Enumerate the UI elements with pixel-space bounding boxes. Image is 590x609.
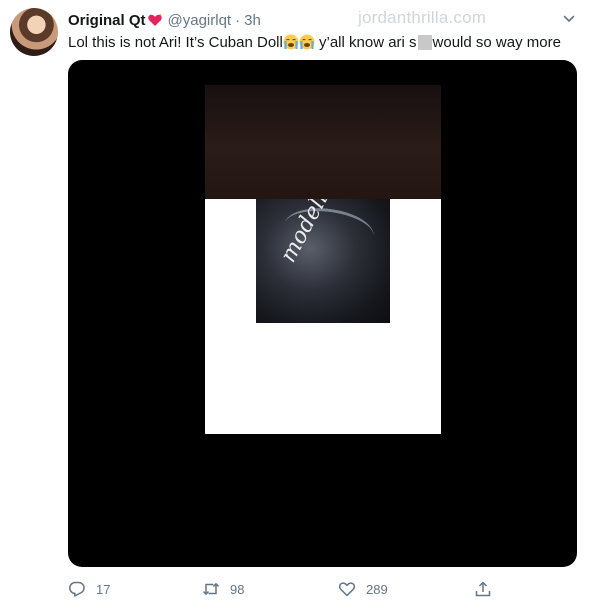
heart-icon (338, 582, 356, 597)
tweet-text-part-1: Lol this is not Ari! It’s Cuban Doll (68, 34, 283, 51)
crying-emoji-icon (299, 34, 315, 50)
separator-dot: · (235, 11, 241, 29)
display-name[interactable]: Original Qt (68, 12, 146, 29)
video-thumbnail: modelltearoom (256, 199, 390, 323)
retweet-icon (202, 583, 220, 595)
heart-emoji-icon (147, 13, 162, 26)
tweet-text: Lol this is not Ari! It’s Cuban Doll y’a… (68, 33, 561, 52)
site-watermark: jordanthrilla.com (358, 8, 487, 27)
retweet-button[interactable]: 98 (202, 578, 244, 600)
video-frame-white: modelltearoom (205, 199, 441, 434)
video-media[interactable]: modelltearoom (68, 60, 577, 567)
redaction-block (417, 35, 432, 50)
chevron-down-icon[interactable] (562, 12, 576, 26)
video-frame-top (205, 85, 441, 199)
reply-icon (69, 581, 85, 597)
reply-count: 17 (96, 581, 111, 597)
tweet-text-part-2: y’all know ari s (314, 34, 417, 51)
tweet-actions: 17 98 289 (68, 578, 498, 600)
like-count: 289 (366, 581, 388, 597)
retweet-count: 98 (230, 581, 245, 597)
tweet-header: Original Qt @yagirlqt · 3h (68, 10, 261, 30)
like-button[interactable]: 289 (338, 578, 388, 600)
share-icon (475, 581, 491, 597)
timestamp[interactable]: 3h (244, 12, 261, 29)
tweet-text-part-3: would so way more (432, 34, 561, 51)
handle[interactable]: @yagirlqt (168, 12, 232, 29)
crying-emoji-icon (283, 34, 299, 50)
avatar[interactable] (10, 8, 58, 56)
reply-button[interactable]: 17 (68, 578, 110, 600)
share-button[interactable] (474, 578, 492, 600)
tweet[interactable]: Original Qt @yagirlqt · 3h jordanthrilla… (0, 0, 590, 609)
